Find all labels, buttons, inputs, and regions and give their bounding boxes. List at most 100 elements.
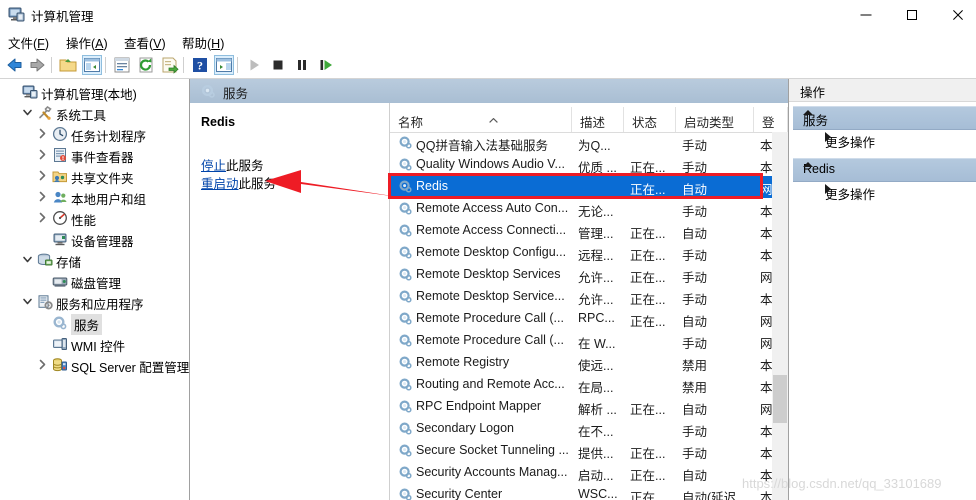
maximize-icon: [907, 10, 917, 20]
tree-node-0[interactable]: 计算机管理(本地): [0, 81, 189, 102]
refresh-icon[interactable]: [136, 55, 156, 75]
cell-description: 提供...: [578, 447, 614, 461]
service-gear-icon: [398, 179, 413, 194]
cell-description: 为Q...: [578, 139, 611, 153]
table-row[interactable]: Security Center WSC... 正在... 自动(延迟... 本: [390, 484, 772, 500]
table-row[interactable]: Secure Socket Tunneling ... 提供... 正在... 手动 本: [390, 440, 772, 462]
properties-icon[interactable]: [112, 55, 132, 75]
cell-name: Redis: [416, 179, 448, 193]
menu-help[interactable]: 帮助(H): [182, 33, 224, 52]
tree-node-6[interactable]: 性能: [0, 207, 189, 228]
table-row[interactable]: Redis 正在... 自动 网: [390, 176, 772, 198]
restart-service-link[interactable]: 重启动此服务: [201, 173, 276, 192]
tree-node-4[interactable]: 共享文件夹: [0, 165, 189, 186]
chevron-right-icon[interactable]: [36, 190, 49, 203]
tree-node-3[interactable]: 事件查看器: [0, 144, 189, 165]
disk-icon: [52, 273, 68, 289]
actions-item-more-actions-1[interactable]: 更多操作: [793, 180, 976, 204]
chevron-right-icon[interactable]: [36, 358, 49, 371]
tree-node-2[interactable]: 任务计划程序: [0, 123, 189, 144]
actions-item-more-actions-0[interactable]: 更多操作: [793, 128, 976, 152]
start-service-icon[interactable]: [244, 55, 264, 75]
table-row[interactable]: RPC Endpoint Mapper 解析 ... 正在... 自动 网: [390, 396, 772, 418]
table-row[interactable]: Remote Desktop Service... 允许... 正在... 手动 本: [390, 286, 772, 308]
table-row[interactable]: Remote Procedure Call (... RPC... 正在... 自动 网: [390, 308, 772, 330]
cell-status: 正在...: [630, 271, 666, 285]
column-header-2[interactable]: 状态: [624, 107, 676, 132]
menu-view[interactable]: 查看(V): [124, 33, 166, 52]
device-manager-icon: [52, 231, 68, 247]
collapse-caret-icon[interactable]: [803, 110, 813, 115]
column-header-3[interactable]: 启动类型: [676, 107, 754, 132]
cell-description: 无论...: [578, 205, 614, 219]
cell-logon-as: 本: [760, 205, 772, 219]
actions-pane-header: 操作: [789, 79, 976, 102]
up-folder-icon[interactable]: [58, 55, 78, 75]
table-row[interactable]: Remote Access Auto Con... 无论... 手动 本: [390, 198, 772, 220]
cell-name: Security Accounts Manag...: [416, 465, 568, 479]
back-icon[interactable]: [4, 55, 24, 75]
title-bar: 计算机管理: [0, 0, 976, 30]
tree-node-7[interactable]: 设备管理器: [0, 228, 189, 249]
tree-node-11[interactable]: 服务: [0, 312, 189, 335]
cell-logon-as: 本: [760, 469, 772, 483]
menu-file[interactable]: 文件(F): [8, 33, 49, 52]
maximize-button[interactable]: [889, 0, 935, 30]
submenu-arrow-icon: [825, 132, 831, 142]
table-row[interactable]: Routing and Remote Acc... 在局... 禁用 本: [390, 374, 772, 396]
cell-logon-as: 本: [760, 359, 772, 373]
list-vertical-scrollbar[interactable]: [772, 132, 788, 500]
help-icon[interactable]: ?: [190, 55, 210, 75]
pause-service-icon[interactable]: [292, 55, 312, 75]
tree-node-label: 存储: [56, 256, 82, 270]
chevron-right-icon[interactable]: [36, 148, 49, 161]
chevron-down-icon[interactable]: [21, 106, 34, 119]
show-action-pane-icon[interactable]: [214, 55, 234, 75]
sort-ascending-icon: [489, 112, 498, 123]
actions-group-header-1[interactable]: Redis: [793, 158, 976, 182]
services-list: 名称 描述 状态 启动类型登 QQ拼音输入法基础服务 为Q... 手动本 Quality W…: [390, 103, 788, 500]
export-list-icon[interactable]: [160, 55, 180, 75]
table-row[interactable]: Remote Access Connecti... 管理... 正在... 自动 本: [390, 220, 772, 242]
table-row[interactable]: Remote Desktop Configu... 远程... 正在... 手动 本: [390, 242, 772, 264]
close-button[interactable]: [935, 0, 976, 30]
cell-status: 正在...: [630, 161, 666, 175]
cell-description: WSC...: [578, 487, 618, 500]
tree-node-label: SQL Server 配置管理器: [71, 361, 190, 375]
column-header-4[interactable]: 登: [754, 107, 788, 132]
actions-group-header-0[interactable]: 服务: [793, 106, 976, 130]
chevron-down-icon[interactable]: [21, 295, 34, 308]
table-row[interactable]: Remote Procedure Call (... 在 W... 手动 网: [390, 330, 772, 352]
chevron-down-icon[interactable]: [21, 253, 34, 266]
chevron-right-icon[interactable]: [36, 211, 49, 224]
table-row[interactable]: Secondary Logon 在不... 手动 本: [390, 418, 772, 440]
tree-node-9[interactable]: 磁盘管理: [0, 270, 189, 291]
table-row[interactable]: Security Accounts Manag... 启动... 正在... 自动 本: [390, 462, 772, 484]
chevron-right-icon[interactable]: [36, 169, 49, 182]
submenu-arrow-icon: [825, 184, 831, 194]
column-header-0[interactable]: 名称: [390, 107, 572, 132]
tree-node-8[interactable]: 存储: [0, 249, 189, 270]
tree-node-1[interactable]: 系统工具: [0, 102, 189, 123]
table-row[interactable]: Remote Desktop Services 允许... 正在... 手动 网: [390, 264, 772, 286]
stop-service-link-tail: 此服务: [226, 159, 264, 173]
chevron-right-icon[interactable]: [36, 127, 49, 140]
minimize-button[interactable]: [843, 0, 889, 30]
tree-node-13[interactable]: SQL Server 配置管理器: [0, 354, 189, 375]
menu-action[interactable]: 操作(A): [66, 33, 108, 52]
table-row[interactable]: Remote Registry 使远... 禁用 本: [390, 352, 772, 374]
stop-service-icon[interactable]: [268, 55, 288, 75]
stop-service-link[interactable]: 停止此服务: [201, 155, 264, 174]
table-row[interactable]: Quality Windows Audio V... 优质 ... 正在... 手动 本: [390, 154, 772, 176]
tree-node-label: WMI 控件: [71, 340, 126, 354]
tree-node-5[interactable]: 本地用户和组: [0, 186, 189, 207]
collapse-caret-icon[interactable]: [803, 162, 813, 167]
tree-node-12[interactable]: WMI 控件: [0, 333, 189, 354]
scrollbar-thumb[interactable]: [773, 375, 787, 423]
table-row[interactable]: QQ拼音输入法基础服务 为Q... 手动 本: [390, 132, 772, 154]
forward-icon[interactable]: [28, 55, 48, 75]
column-header-1[interactable]: 描述: [572, 107, 624, 132]
restart-service-icon[interactable]: [316, 55, 336, 75]
tree-node-10[interactable]: 服务和应用程序: [0, 291, 189, 312]
show-hide-tree-icon[interactable]: [82, 55, 102, 75]
